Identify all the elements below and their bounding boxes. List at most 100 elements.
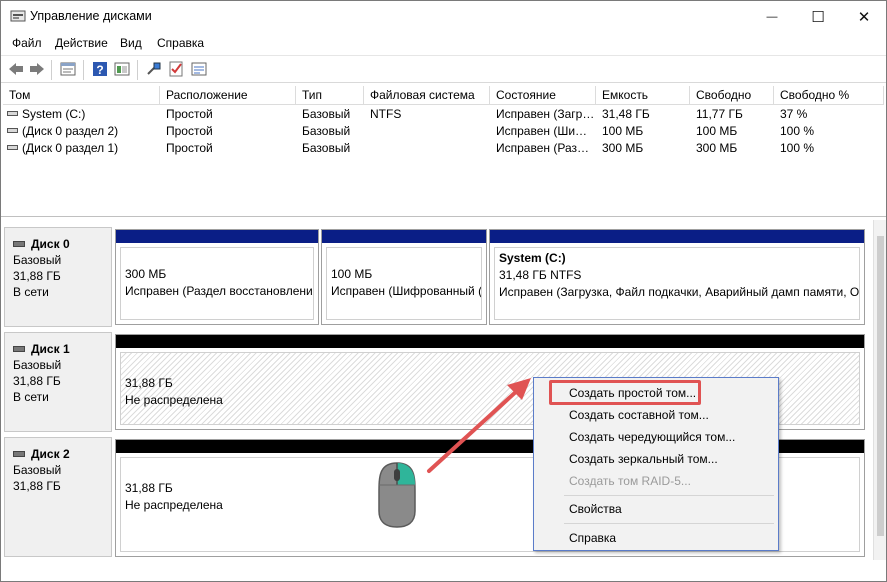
partition-size: 100 МБ [331,267,373,281]
toolbar-separator [83,60,84,80]
menu-file[interactable]: Файл [12,36,42,50]
layout-cell: Простой [166,124,213,138]
scrollbar-thumb[interactable] [877,236,884,536]
file-system-cell [370,140,488,157]
disk-1-title: Диск 1 [13,341,111,357]
file-system-cell: NTFS [370,107,402,121]
partition-size: 300 МБ [125,267,167,281]
disk-0-label[interactable]: Диск 0 Базовый 31,88 ГБ В сети [4,227,112,327]
free-cell: 11,77 ГБ [696,107,743,121]
highlight-frame [549,380,701,405]
status-cell: Исправен (Загр… [496,107,594,121]
column-header-file-system[interactable]: Файловая система [364,86,490,105]
menu-bar: Файл Действие Вид Справка [1,33,886,54]
column-header-capacity[interactable]: Емкость [596,86,690,105]
disk-2-type: Базовый [13,463,62,477]
free-percent-cell: 100 % [780,141,815,155]
disk-2-label[interactable]: Диск 2 Базовый 31,88 ГБ [4,437,112,557]
free-percent-cell: 37 % [780,107,808,121]
partition-title: System (C:) [499,251,566,265]
menu-create-spanned-volume[interactable]: Создать составной том... [534,405,778,425]
column-header-free-percent[interactable]: Свободно % [774,86,884,105]
disk-1-label[interactable]: Диск 1 Базовый 31,88 ГБ В сети [4,332,112,432]
column-header-status[interactable]: Состояние [490,86,596,105]
disk-management-window: Управление дисками — ☐ ✕ Файл Действие В… [0,0,887,582]
partition-status: Исправен (Загрузка, Файл подкачки, Авари… [499,285,860,299]
vertical-scrollbar[interactable] [873,220,886,560]
menu-action[interactable]: Действие [55,36,108,50]
disk-0-status: В сети [13,285,49,299]
properties-icon[interactable] [59,60,77,78]
table-row[interactable]: (Диск 0 раздел 1) Простой Базовый Исправ… [3,140,884,157]
partition-bar [116,335,864,348]
menu-help[interactable]: Справка [157,36,204,50]
partition-status: Исправен (Шифрованный ( [331,284,482,298]
partition-bar [322,230,486,243]
capacity-cell: 300 МБ [602,141,644,155]
volume-list-header: Том Расположение Тип Файловая система Со… [3,86,884,105]
partition-body: 100 МБ Исправен (Шифрованный ( [326,247,482,320]
maximize-icon: ☐ [811,8,825,26]
menu-create-striped-volume[interactable]: Создать чередующийся том... [534,427,778,447]
disk-0-size: 31,88 ГБ [13,269,61,283]
partition-body: System (C:) 31,48 ГБ NTFS Исправен (Загр… [494,247,860,320]
column-header-volume[interactable]: Том [3,86,160,105]
disk-0-type: Базовый [13,253,62,267]
disk-1-status: В сети [13,390,49,404]
menu-separator [564,495,774,496]
disk-2-size: 31,88 ГБ [13,479,61,493]
menu-view[interactable]: Вид [120,36,142,50]
menu-help-item[interactable]: Справка [534,528,778,548]
menu-create-mirrored-volume[interactable]: Создать зеркальный том... [534,449,778,469]
back-icon[interactable] [7,60,25,78]
disk-2-title: Диск 2 [13,446,111,462]
table-row[interactable]: (Диск 0 раздел 2) Простой Базовый Исправ… [3,123,884,140]
menu-separator [564,523,774,524]
maximize-button[interactable]: ☐ [795,1,841,32]
window-title: Управление дисками [30,9,152,23]
console-icon[interactable] [113,60,131,78]
forward-icon[interactable] [28,60,46,78]
disk-0-partition-1[interactable]: 300 МБ Исправен (Раздел восстановления [115,229,319,325]
toolbar-separator [137,60,138,80]
disk-0-title: Диск 0 [13,236,111,252]
partition-bar [116,230,318,243]
disk-management-app-icon [10,10,26,22]
volume-name-cell: (Диск 0 раздел 2) [7,123,157,140]
title-bar: Управление дисками — ☐ ✕ [1,1,886,33]
menu-create-raid5-volume: Создать том RAID-5... [569,474,691,488]
disk-0-partition-2[interactable]: 100 МБ Исправен (Шифрованный ( [321,229,487,325]
layout-cell: Простой [166,107,213,121]
drive-icon [7,145,18,151]
check-icon[interactable] [167,60,185,78]
menu-properties[interactable]: Свойства [534,499,778,519]
connect-icon[interactable] [145,60,163,78]
column-header-free[interactable]: Свободно [690,86,774,105]
help-icon[interactable]: ? [91,60,109,78]
capacity-cell: 31,48 ГБ [602,107,650,121]
partition-status: Исправен (Раздел восстановления [125,284,314,298]
drive-icon [7,111,18,117]
partition-bar [490,230,864,243]
close-button[interactable]: ✕ [841,1,886,32]
disk-icon [13,241,25,247]
toolbar-separator [51,60,52,80]
list-icon[interactable] [190,60,208,78]
column-header-type[interactable]: Тип [296,86,364,105]
minimize-button[interactable]: — [749,1,795,32]
column-header-layout[interactable]: Расположение [160,86,296,105]
table-row[interactable]: System (C:) Простой Базовый NTFS Исправе… [3,106,884,123]
free-cell: 300 МБ [696,141,738,155]
toolbar: ? [1,55,886,83]
volume-name-cell: (Диск 0 раздел 1) [7,140,157,157]
disk-icon [13,346,25,352]
type-cell: Базовый [302,124,351,138]
free-percent-cell: 100 % [780,124,815,138]
file-system-cell [370,123,488,140]
close-icon: ✕ [857,8,871,26]
disk-0-partition-system[interactable]: System (C:) 31,48 ГБ NTFS Исправен (Загр… [489,229,865,325]
partition-size: 31,48 ГБ NTFS [499,268,582,282]
type-cell: Базовый [302,107,351,121]
partition-body: 300 МБ Исправен (Раздел восстановления [120,247,314,320]
volume-list: Том Расположение Тип Файловая система Со… [1,86,886,217]
